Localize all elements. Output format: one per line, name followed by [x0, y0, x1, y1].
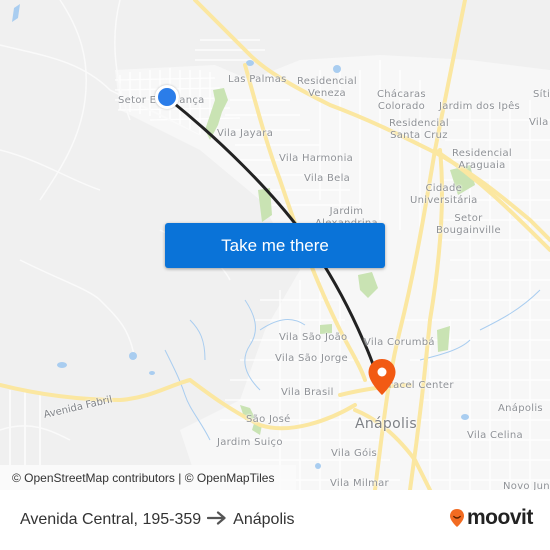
- place-label-residencial-santa-cruz: Residencial Santa Cruz: [389, 118, 449, 141]
- map-attribution[interactable]: © OpenStreetMap contributors | © OpenMap…: [0, 465, 296, 490]
- place-label-residencial-araguaia: Residencial Araguaia: [452, 148, 512, 171]
- place-label-vila-jayara: Vila Jayara: [217, 128, 274, 139]
- map-canvas[interactable]: Setor Esperança Las Palmas Residencial V…: [0, 0, 550, 490]
- take-me-there-button[interactable]: Take me there: [165, 223, 385, 268]
- place-label-anapolis-east: Anápolis: [498, 403, 543, 414]
- place-label-vila-corumba: Vila Corumbá: [364, 337, 435, 348]
- place-label-las-palmas: Las Palmas: [228, 74, 287, 85]
- place-label-vila-right: Vila: [529, 117, 549, 128]
- moovit-pin-icon: [450, 509, 464, 527]
- place-label-novo-jun: Novo Jun: [503, 481, 550, 490]
- route-title: Avenida Central, 195-359 Anápolis: [20, 509, 295, 530]
- moovit-wordmark: moovit: [467, 506, 533, 529]
- place-label-vila-harmonia: Vila Harmonia: [279, 153, 354, 164]
- arrow-right-icon: [207, 509, 227, 530]
- place-label-cidade-universitaria: Cidade Universitária: [410, 183, 478, 206]
- attribution-text[interactable]: © OpenStreetMap contributors | © OpenMap…: [12, 471, 274, 485]
- destination-pin-icon[interactable]: [367, 358, 397, 396]
- place-label-jardim-suico: Jardim Suiço: [217, 437, 283, 448]
- place-label-chacaras-colorado: Chácaras Colorado: [377, 89, 426, 112]
- place-label-vila-gois: Vila Góis: [331, 448, 378, 459]
- moovit-logo[interactable]: moovit: [449, 506, 533, 530]
- origin-marker[interactable]: [155, 85, 179, 109]
- city-label-anapolis: Anápolis: [355, 416, 417, 432]
- place-label-sitio: Síti: [533, 89, 550, 100]
- place-label-residencial-veneza: Residencial Veneza: [297, 76, 357, 99]
- place-label-vila-brasil: Vila Brasil: [281, 387, 334, 398]
- route-origin: Avenida Central, 195-359: [20, 510, 202, 528]
- place-label-vila-sao-jorge: Vila São Jorge: [275, 353, 348, 364]
- place-label-sao-jose: São José: [246, 414, 291, 425]
- place-label-vila-sao-joao: Vila São João: [279, 332, 348, 343]
- place-label-jardim-dos-ipes: Jardim dos Ipês: [439, 101, 521, 112]
- route-destination: Anápolis: [233, 510, 295, 528]
- place-label-vila-milmar: Vila Milmar: [330, 478, 389, 489]
- place-label-vila-bela: Vila Bela: [304, 173, 351, 184]
- place-label-vila-celina: Vila Celina: [467, 430, 523, 441]
- place-label-setor-bougainville: Setor Bougainville: [436, 213, 501, 236]
